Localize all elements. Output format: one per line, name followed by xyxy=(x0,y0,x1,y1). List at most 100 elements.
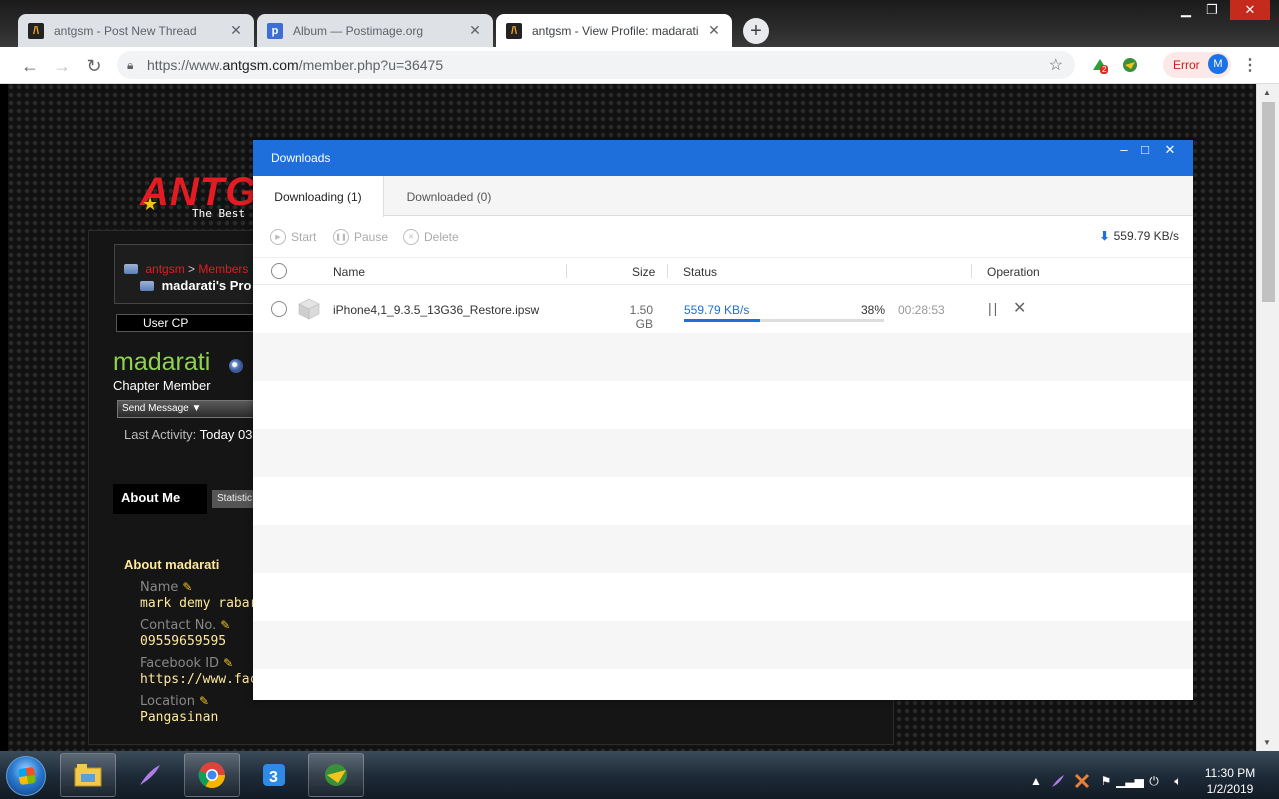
empty-row xyxy=(253,477,1193,525)
package-file-icon xyxy=(298,298,320,320)
network-signal-icon[interactable]: ▁▃▅ xyxy=(1116,773,1144,789)
system-clock[interactable]: 11:30 PM 1/2/2019 xyxy=(1200,765,1260,797)
row-select-radio[interactable] xyxy=(271,301,287,317)
close-icon[interactable]: ✕ xyxy=(706,22,722,39)
idm-extension-icon[interactable] xyxy=(1120,55,1140,75)
close-icon[interactable]: ✕ xyxy=(467,22,483,39)
empty-row xyxy=(253,429,1193,477)
pause-button[interactable]: ❚❚ Pause xyxy=(333,229,388,245)
bookmark-star-icon[interactable]: ☆ xyxy=(1049,55,1063,75)
tab-downloaded[interactable]: Downloaded (0) xyxy=(384,176,514,217)
feather-icon xyxy=(140,765,160,785)
taskbar-3utools[interactable]: 3 xyxy=(246,753,302,797)
profile-name: madarati xyxy=(113,348,211,376)
pencil-icon[interactable]: ✎ xyxy=(199,694,209,708)
taskbar-idm[interactable] xyxy=(308,753,364,797)
avatar[interactable]: M xyxy=(1208,54,1228,74)
scroll-down-icon[interactable]: ▼ xyxy=(1263,738,1271,747)
profile-rank: Chapter Member xyxy=(113,378,211,393)
error-label: Error xyxy=(1173,58,1200,72)
field-value-location: Pangasinan xyxy=(140,710,219,725)
tab-about-me[interactable]: About Me xyxy=(113,484,207,514)
file-name: iPhone4,1_9.3.5_13G36_Restore.ipsw xyxy=(333,303,540,317)
delete-button[interactable]: ✕ Delete xyxy=(403,229,459,245)
cancel-icon[interactable]: ✕ xyxy=(1013,298,1026,318)
last-activity-value: Today 03 xyxy=(199,427,253,442)
close-icon[interactable]: ✕ xyxy=(1159,142,1181,160)
tab-strip: /\ antgsm - Post New Thread ✕ p Album — … xyxy=(0,0,1279,47)
breadcrumb-link-members[interactable]: Members xyxy=(198,262,248,276)
downloads-action-bar: ▶ Start ❚❚ Pause ✕ Delete ⬇ 559.79 KB/s xyxy=(253,216,1193,258)
table-row[interactable]: iPhone4,1_9.3.5_13G36_Restore.ipsw 1.50 … xyxy=(253,285,1193,333)
user-cp-link[interactable]: User CP xyxy=(116,314,256,332)
taskbar-chrome[interactable] xyxy=(184,753,240,797)
breadcrumb-link-home[interactable]: antgsm xyxy=(145,262,184,276)
new-tab-button[interactable]: + xyxy=(743,18,769,44)
pencil-icon[interactable]: ✎ xyxy=(182,580,192,594)
volume-icon[interactable]: 🔈︎ xyxy=(1170,773,1186,789)
action-center-flag-icon[interactable]: ⚑ xyxy=(1098,773,1114,789)
site-logo[interactable]: ANTG ★ The Best xyxy=(140,170,260,222)
play-icon: ▶ xyxy=(270,229,286,245)
empty-row xyxy=(253,669,1193,700)
pencil-icon[interactable]: ✎ xyxy=(223,656,233,670)
address-bar[interactable]: 🔒︎ https://www.antgsm.com/member.php?u=3… xyxy=(117,51,1075,79)
about-heading: About madarati xyxy=(124,557,220,572)
power-plug-icon[interactable]: ⏻ xyxy=(1146,773,1162,789)
taskbar-explorer[interactable] xyxy=(60,753,116,797)
back-arrow-icon[interactable]: ← xyxy=(17,53,43,79)
forward-arrow-icon[interactable]: → xyxy=(49,53,75,79)
download-arrow-icon: ⬇ xyxy=(1099,229,1110,243)
tab-postimage-album[interactable]: p Album — Postimage.org ✕ xyxy=(257,14,493,47)
chrome-icon xyxy=(198,762,226,789)
logo-star-icon: ★ xyxy=(142,194,159,214)
maximize-icon[interactable]: ❐ xyxy=(1198,0,1226,20)
delete-icon: ✕ xyxy=(403,229,419,245)
maximize-icon[interactable]: □ xyxy=(1134,142,1156,160)
lock-icon: 🔒︎ xyxy=(127,57,134,72)
url-text: https://www.antgsm.com/member.php?u=3647… xyxy=(147,57,444,73)
field-label-name: Name ✎ xyxy=(140,580,193,595)
extension-green-icon[interactable]: 2 xyxy=(1090,55,1110,75)
menu-dots-icon[interactable]: ⋮ xyxy=(1242,55,1258,75)
start-button[interactable] xyxy=(6,756,46,796)
tab-view-profile[interactable]: /\ antgsm - View Profile: madarati ✕ xyxy=(496,14,732,47)
file-size: 1.50 GB xyxy=(629,303,653,331)
minimize-icon[interactable]: ▁ xyxy=(1172,0,1200,20)
app-tray-icon[interactable] xyxy=(1074,773,1090,789)
column-name[interactable]: Name xyxy=(333,265,365,279)
page-scrollbar[interactable]: ▲ ▼ xyxy=(1256,84,1279,751)
scroll-up-icon[interactable]: ▲ xyxy=(1263,88,1271,97)
minimize-icon[interactable]: – xyxy=(1113,142,1135,160)
pause-icon[interactable]: || xyxy=(988,300,999,316)
downloads-table-header: Name Size Status Operation xyxy=(253,258,1193,285)
taskbar-feather-app[interactable] xyxy=(122,753,178,797)
pencil-icon[interactable]: ✎ xyxy=(220,618,230,632)
tab-post-new-thread[interactable]: /\ antgsm - Post New Thread ✕ xyxy=(18,14,254,47)
total-speed-value: 559.79 KB/s xyxy=(1113,229,1179,243)
column-size[interactable]: Size xyxy=(632,265,655,279)
file-eta: 00:28:53 xyxy=(898,303,945,317)
reload-icon[interactable]: ↻ xyxy=(81,53,107,79)
field-label-location: Location ✎ xyxy=(140,694,210,709)
feather-tray-icon[interactable] xyxy=(1050,773,1066,789)
folder-icon xyxy=(140,281,154,291)
close-window-icon[interactable]: ✕ xyxy=(1230,0,1270,20)
send-message-button[interactable]: Send Message ▼ xyxy=(117,400,257,418)
antgsm-favicon-icon: /\ xyxy=(28,22,44,39)
show-hidden-icons-icon[interactable]: ▲ xyxy=(1028,773,1044,789)
downloads-titlebar[interactable]: Downloads – □ ✕ xyxy=(253,140,1193,176)
tab-title: antgsm - View Profile: madarati xyxy=(532,23,699,38)
idm-icon xyxy=(325,764,347,786)
column-operation: Operation xyxy=(987,265,1040,279)
field-value-facebook[interactable]: https://www.face xyxy=(140,672,265,687)
scrollbar-thumb[interactable] xyxy=(1262,102,1275,302)
select-all-radio[interactable] xyxy=(271,263,287,279)
column-status[interactable]: Status xyxy=(683,265,717,279)
last-activity: Last Activity: Today 03 xyxy=(124,427,252,442)
start-button[interactable]: ▶ Start xyxy=(270,229,316,245)
close-icon[interactable]: ✕ xyxy=(228,22,244,39)
tab-downloading[interactable]: Downloading (1) xyxy=(253,176,384,217)
extension-badge: 2 xyxy=(1100,65,1109,74)
empty-row xyxy=(253,621,1193,669)
